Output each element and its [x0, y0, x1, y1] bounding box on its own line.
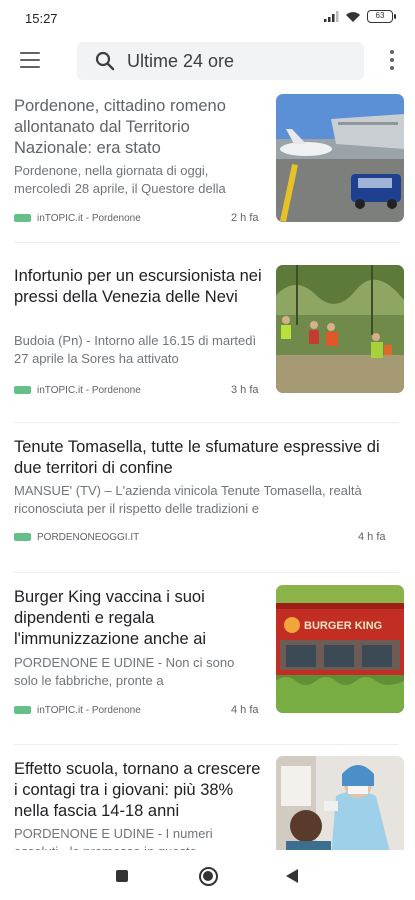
news-feed[interactable]: Pordenone, cittadino romeno allontanato …	[0, 84, 415, 850]
article-title[interactable]: Effetto scuola, tornano a crescere i con…	[14, 759, 264, 822]
battery-level: 63	[375, 11, 385, 20]
article-time: 3 h fa	[231, 384, 259, 396]
divider	[14, 242, 399, 243]
article-title[interactable]: Burger King vaccina i suoi dipendenti e …	[14, 587, 264, 650]
divider	[14, 422, 399, 423]
source-name: inTOPIC.it - Pordenone	[37, 212, 141, 224]
source-logo-icon	[14, 706, 31, 714]
source-logo-icon	[14, 386, 31, 394]
article-source[interactable]: inTOPIC.it - Pordenone	[14, 211, 141, 225]
status-time: 15:27	[25, 11, 58, 26]
article-time: 4 h fa	[358, 531, 386, 543]
article-thumbnail[interactable]	[276, 265, 404, 393]
source-logo-icon	[14, 533, 31, 541]
airport-police-photo	[276, 94, 404, 222]
article-card[interactable]: Tenute Tomasella, tutte le sfumature esp…	[0, 426, 415, 561]
source-logo-icon	[14, 214, 31, 222]
article-title[interactable]: Pordenone, cittadino romeno allontanato …	[14, 96, 264, 159]
mountain-rescue-photo	[276, 265, 404, 393]
wifi-icon	[346, 11, 360, 22]
article-time: 4 h fa	[231, 704, 259, 716]
article-snippet: PORDENONE E UDINE - I numeri assoluti - …	[14, 826, 213, 850]
article-title[interactable]: Infortunio per un escursionista nei pres…	[14, 266, 264, 308]
store-sign-text: BURGER KING	[304, 620, 382, 632]
article-source[interactable]: PORDENONEOGGI.IT	[14, 530, 139, 544]
circle-icon[interactable]	[199, 867, 218, 886]
article-snippet: Budoia (Pn) - Intorno alle 16.15 di mart…	[14, 333, 257, 366]
article-thumbnail[interactable]	[276, 756, 404, 850]
burger-king-store-photo: BURGER KING	[276, 585, 404, 713]
divider	[14, 572, 399, 573]
article-time: 2 h fa	[231, 212, 259, 224]
system-nav-bar	[0, 850, 415, 900]
status-bar: 15:27 63	[0, 0, 415, 38]
article-card[interactable]: Pordenone, cittadino romeno allontanato …	[0, 84, 415, 244]
article-card[interactable]: Burger King vaccina i suoi dipendenti e …	[0, 576, 415, 736]
hamburger-menu-icon[interactable]	[20, 52, 40, 68]
divider	[14, 744, 399, 745]
signal-icon	[324, 11, 339, 22]
covid-test-photo	[276, 756, 404, 850]
source-name: inTOPIC.it - Pordenone	[37, 384, 141, 396]
square-icon[interactable]	[116, 870, 128, 882]
article-thumbnail[interactable]: BURGER KING	[276, 585, 404, 713]
article-snippet: MANSUE' (TV) – L'azienda vinicola Tenute…	[14, 483, 362, 516]
search-text: Ultime 24 ore	[127, 50, 235, 71]
article-source[interactable]: inTOPIC.it - Pordenone	[14, 703, 141, 717]
article-title[interactable]: Tenute Tomasella, tutte le sfumature esp…	[14, 437, 404, 479]
article-snippet: Pordenone, nella giornata di oggi, merco…	[14, 163, 226, 196]
battery-icon: 63	[367, 10, 396, 23]
article-snippet: PORDENONE E UDINE - Non ci sono solo le …	[14, 655, 235, 688]
article-thumbnail[interactable]	[276, 94, 404, 222]
top-app-bar: Ultime 24 ore	[0, 40, 415, 84]
status-icons: 63	[324, 10, 396, 23]
more-vert-icon[interactable]	[388, 50, 396, 70]
source-name: inTOPIC.it - Pordenone	[37, 704, 141, 716]
source-name: PORDENONEOGGI.IT	[37, 531, 140, 543]
search-icon	[95, 51, 115, 71]
article-card[interactable]: Infortunio per un escursionista nei pres…	[0, 256, 415, 416]
article-source[interactable]: inTOPIC.it - Pordenone	[14, 383, 141, 397]
triangle-back-icon[interactable]	[286, 869, 298, 883]
article-card[interactable]: Effetto scuola, tornano a crescere i con…	[0, 749, 415, 850]
search-bar[interactable]: Ultime 24 ore	[77, 42, 364, 80]
